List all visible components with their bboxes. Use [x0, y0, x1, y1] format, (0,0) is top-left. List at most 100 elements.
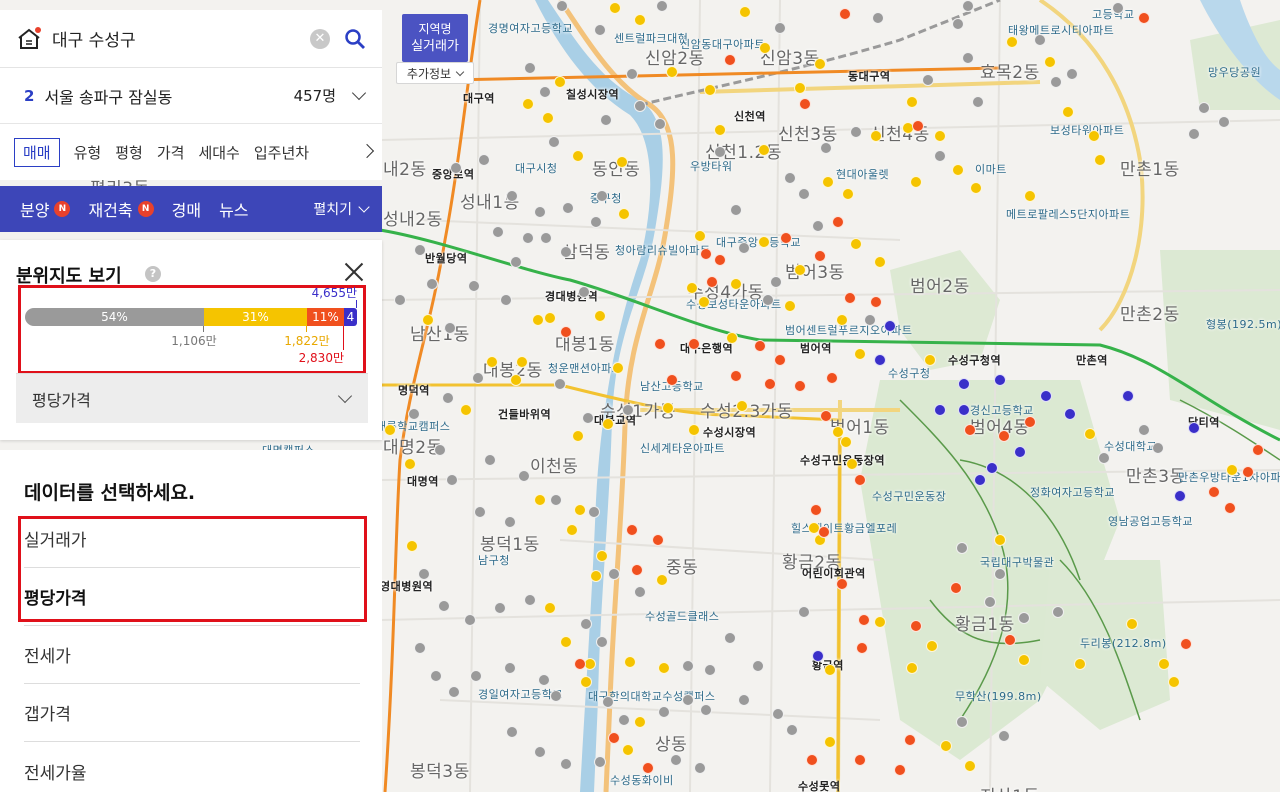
metric-dropdown[interactable]: 평당가격	[16, 373, 368, 423]
price-marker	[694, 762, 706, 774]
price-marker	[534, 746, 546, 758]
price-marker	[582, 412, 594, 424]
price-marker	[950, 582, 962, 594]
price-marker	[1064, 408, 1076, 420]
recent-region-name: 서울 송파구 잠실동	[44, 87, 173, 107]
search-input[interactable]: 대구 수성구	[52, 26, 310, 51]
price-marker	[874, 354, 886, 366]
price-marker	[540, 232, 552, 244]
price-marker	[516, 356, 528, 368]
new-badge: N	[137, 201, 154, 217]
price-marker	[534, 206, 546, 218]
data-option-jeonse-ratio[interactable]: 전세가율	[24, 742, 360, 792]
filter-price[interactable]: 가격	[157, 142, 185, 163]
price-marker	[1224, 502, 1236, 514]
filter-type[interactable]: 유형	[74, 142, 102, 163]
price-marker	[772, 708, 784, 720]
price-marker	[814, 58, 826, 70]
price-marker	[726, 332, 738, 344]
price-marker	[554, 76, 566, 88]
threshold-label: 1,822만	[284, 334, 330, 348]
price-marker	[714, 146, 726, 158]
nav-news[interactable]: 뉴스	[219, 197, 248, 221]
help-icon[interactable]: ?	[145, 266, 161, 282]
threshold-label: 1,106만	[171, 334, 217, 348]
data-option-jeonse-price[interactable]: 전세가	[24, 626, 360, 684]
price-marker	[566, 524, 578, 536]
price-marker	[730, 204, 742, 216]
price-marker	[524, 62, 536, 74]
price-marker	[730, 278, 742, 290]
poi-label: 남구청	[478, 554, 510, 567]
price-marker	[500, 294, 512, 306]
price-marker	[1138, 12, 1150, 24]
extra-info-button[interactable]: 추가정보	[396, 62, 474, 84]
price-marker	[842, 188, 854, 200]
price-marker	[688, 338, 700, 350]
station-label: 동대구역	[848, 70, 891, 83]
price-marker	[580, 618, 592, 630]
filter-trade-type[interactable]: 매매	[14, 137, 60, 167]
price-marker	[764, 378, 776, 390]
price-marker	[874, 256, 886, 268]
price-marker	[626, 524, 638, 536]
price-marker	[1094, 154, 1106, 166]
price-marker	[626, 68, 638, 80]
price-marker	[560, 246, 572, 258]
price-marker	[631, 564, 643, 576]
price-marker	[494, 602, 506, 614]
price-marker	[922, 74, 934, 86]
clear-search-icon[interactable]: ✕	[310, 28, 330, 49]
station-label: 경대병원역	[545, 290, 599, 303]
nav-reconstruction[interactable]: 재건축 N	[88, 197, 154, 221]
price-marker	[468, 280, 480, 292]
close-icon[interactable]	[344, 262, 364, 282]
category-nav: 분양 N 재건축 N 경매 뉴스 펼치기	[0, 186, 382, 232]
filter-size[interactable]: 평형	[115, 142, 143, 163]
threshold-tick	[356, 300, 357, 308]
price-marker	[994, 374, 1006, 386]
price-marker	[738, 694, 750, 706]
price-marker	[1040, 390, 1052, 402]
price-marker	[448, 686, 460, 698]
filter-households[interactable]: 세대수	[198, 142, 239, 163]
recent-region-row[interactable]: 2 서울 송파구 잠실동 457명	[0, 68, 382, 124]
price-marker	[472, 372, 484, 384]
price-marker	[1062, 106, 1074, 118]
price-marker	[839, 8, 851, 20]
district-label: 봉덕3동	[410, 762, 470, 782]
price-marker	[958, 404, 970, 416]
price-marker	[550, 494, 562, 506]
price-marker	[1242, 466, 1254, 478]
price-marker	[600, 114, 612, 126]
price-marker	[590, 216, 602, 228]
price-marker	[758, 236, 770, 248]
price-marker	[1044, 56, 1056, 68]
price-marker	[806, 754, 818, 766]
poi-label: 이마트	[975, 163, 1007, 176]
chevron-down-icon[interactable]	[351, 85, 367, 101]
price-marker	[738, 242, 750, 254]
search-icon[interactable]	[344, 28, 366, 50]
price-marker	[524, 594, 536, 606]
district-label: 성내2동	[383, 210, 443, 230]
nav-presale[interactable]: 분양 N	[20, 197, 71, 221]
nav-auction[interactable]: 경매	[172, 197, 201, 221]
price-marker	[964, 760, 976, 772]
data-option-gap-price[interactable]: 갭가격	[24, 684, 360, 742]
price-marker	[580, 676, 592, 688]
chevron-right-icon[interactable]	[359, 143, 375, 159]
price-marker	[642, 762, 654, 774]
price-marker	[759, 42, 771, 54]
station-label: 반월당역	[425, 252, 468, 265]
price-marker	[544, 602, 556, 614]
home-logo-icon[interactable]	[16, 26, 42, 52]
region-price-toggle-button[interactable]: 지역명 실거래가	[402, 14, 468, 62]
price-marker	[442, 392, 454, 404]
filter-move-in-year[interactable]: 입주년차	[254, 142, 309, 163]
nav-expand-button[interactable]: 펼치기	[313, 199, 370, 219]
price-toggle-line1: 지역명	[418, 22, 452, 36]
poi-label: 수성구청	[888, 367, 931, 380]
price-marker	[934, 150, 946, 162]
search-bar: 대구 수성구 ✕	[0, 10, 382, 68]
